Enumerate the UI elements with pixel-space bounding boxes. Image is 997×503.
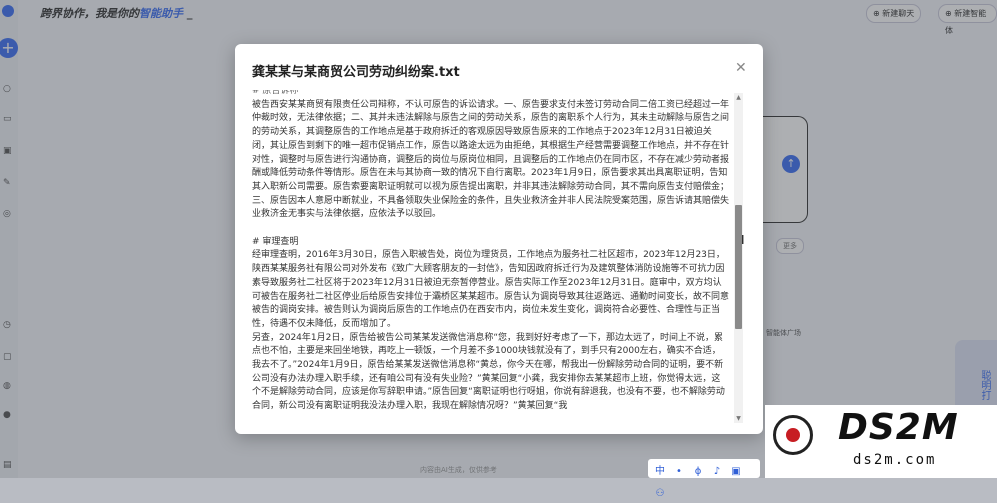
section-heading: # 审理查明 xyxy=(252,236,299,247)
input-method-toolbar[interactable]: 中 • ϕ ♪ ▣⚇ xyxy=(648,459,760,499)
close-icon[interactable]: ✕ xyxy=(735,60,747,76)
paragraph-facts: 经审理查明，2016年3月30日，原告入职被告处，岗位为理货员，工作地点为服务社… xyxy=(252,250,729,329)
modal-title: 龚某某与某商贸公司劳动纠纷案.txt xyxy=(252,65,460,80)
text-cursor-icon: I xyxy=(741,233,745,247)
scroll-up-icon[interactable]: ▲ xyxy=(734,93,743,102)
watermark: DS2M ds2m.com xyxy=(765,405,997,478)
file-preview-modal: 龚某某与某商贸公司劳动纠纷案.txt ✕ # 原告诉称 被告西安某某商贸有限责任… xyxy=(235,44,763,434)
ime-keyboard-icon[interactable]: ▣ xyxy=(729,462,743,481)
paragraph-defense: 被告西安某某商贸有限责任公司辩称，不认可原告的诉讼请求。一、原告要求支付未签订劳… xyxy=(252,99,729,220)
cut-heading: # 原告诉称 xyxy=(252,90,299,96)
ime-voice-icon[interactable]: ♪ xyxy=(710,462,724,481)
ime-user-icon[interactable]: ⚇ xyxy=(653,484,667,503)
paragraph-further: 另查，2024年1月2日，原告给被告公司某某发送微信消息称“您，我到好好考虑了一… xyxy=(252,332,725,412)
watermark-logo-icon xyxy=(773,415,813,455)
watermark-url: ds2m.com xyxy=(853,452,937,468)
watermark-brand: DS2M xyxy=(838,407,959,448)
vertical-scrollbar[interactable]: ▲ ▼ xyxy=(734,93,743,423)
ime-punct-icon[interactable]: • xyxy=(672,462,686,481)
scroll-down-icon[interactable]: ▼ xyxy=(734,414,743,423)
file-content[interactable]: # 原告诉称 被告西安某某商贸有限责任公司辩称，不认可原告的诉讼请求。一、原告要… xyxy=(252,90,729,418)
scroll-thumb[interactable] xyxy=(735,205,742,329)
ime-language-icon[interactable]: 中 xyxy=(653,462,667,481)
ime-emoji-icon[interactable]: ϕ xyxy=(691,462,705,481)
